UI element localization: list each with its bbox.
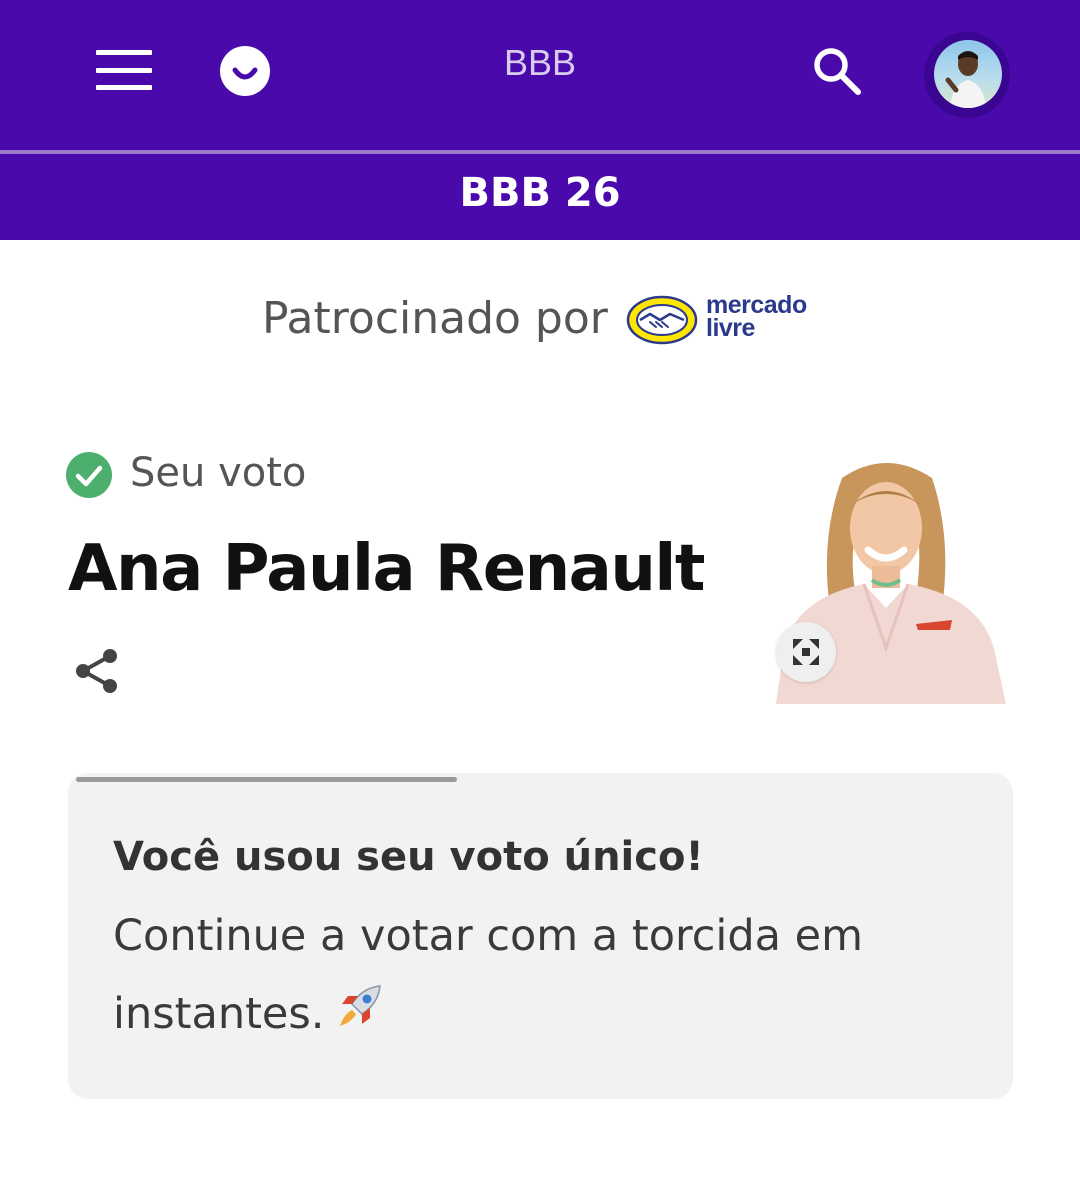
avatar-photo — [934, 40, 1002, 108]
notice-progress-bar — [76, 777, 457, 782]
notice-body: Continue a votar com a torcida em instan… — [113, 897, 933, 1059]
user-avatar[interactable] — [924, 32, 1010, 118]
app-title: BBB — [503, 42, 577, 83]
expand-icon[interactable] — [776, 622, 836, 682]
sponsor-brand: mercado livre — [706, 293, 807, 342]
top-app-bar: BBB — [0, 0, 1080, 150]
sponsor-label: Patrocinado por — [262, 293, 608, 344]
season-title: BBB 26 — [459, 170, 621, 216]
search-icon[interactable] — [808, 42, 866, 100]
vote-status-label: Seu voto — [130, 450, 307, 496]
check-circle-icon — [66, 452, 112, 498]
participant-name: Ana Paula Renault — [68, 532, 705, 606]
notice-body-text: Continue a votar com a torcida em instan… — [113, 911, 864, 1039]
notice-title: Você usou seu voto único! — [113, 834, 704, 880]
share-icon[interactable] — [70, 644, 124, 698]
vote-notice-card: Você usou seu voto único! Continue a vot… — [68, 773, 1013, 1099]
sponsor-brand-line2: livre — [706, 314, 755, 342]
handshake-logo-icon — [626, 292, 698, 348]
rocket-icon — [332, 980, 386, 1059]
